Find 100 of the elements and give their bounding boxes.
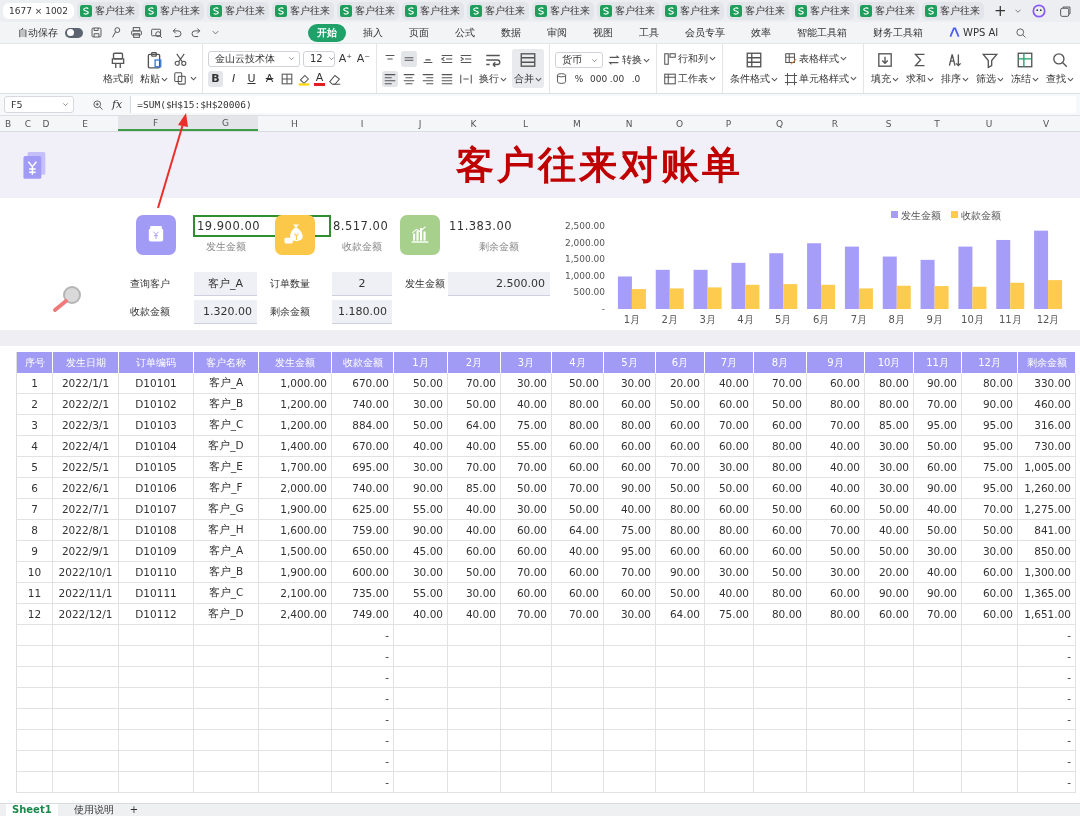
sheet-tab[interactable]: Sheet1 [6,804,58,816]
query-value[interactable]: 2 [332,272,392,296]
cell-style-button[interactable]: 单元格样式 [783,70,858,87]
document-tab[interactable]: 客户往来 [467,2,530,20]
borders-icon[interactable] [280,71,294,86]
strike-button[interactable]: A [262,70,277,87]
shrink-font-button[interactable]: A⁻ [356,50,371,67]
menu-tab[interactable]: 财务工具箱 [864,23,932,42]
column-header[interactable]: K [447,116,500,131]
menu-tab[interactable]: 会员专享 [676,23,734,42]
undo-icon[interactable] [170,26,183,39]
add-sheet-button[interactable]: + [129,804,138,816]
name-box[interactable]: F5 [4,96,74,113]
kpi-value[interactable]: 8.517.00 [331,215,393,237]
conditional-format-button[interactable]: 条件格式 [728,49,780,88]
rows-columns-button[interactable]: 行和列 [662,50,717,67]
column-header[interactable]: U [961,116,1017,131]
document-tab[interactable]: 客户往来 [142,2,205,20]
menu-tab[interactable]: 公式 [446,23,484,42]
column-header[interactable]: N [603,116,655,131]
pin-icon[interactable] [110,26,123,39]
menu-tab[interactable]: 工具 [630,23,668,42]
document-tab[interactable]: 客户往来 [662,2,725,20]
freeze-button[interactable]: 冻结 [1009,49,1041,88]
number-format-button[interactable]: % [571,73,587,84]
restore-window-icon[interactable] [1059,4,1072,18]
column-header[interactable]: I [331,116,393,131]
document-tab[interactable]: 客户往来 [77,2,140,20]
print-preview-icon[interactable] [150,26,163,39]
number-format-button[interactable]: .00 [609,73,625,84]
formula-field[interactable]: =SUM($H$15:$H$20006) [130,96,1076,113]
number-format-button[interactable]: .0 [628,73,644,84]
worksheet-button[interactable]: 工作表 [662,70,717,87]
filter-button[interactable]: 筛选 [974,49,1006,88]
query-value[interactable]: 2.500.00 [448,272,550,296]
font-color-button[interactable]: A [314,71,325,86]
kpi-value[interactable]: 11.383.00 [447,215,551,237]
column-header[interactable]: G [193,116,258,131]
column-header[interactable]: P [704,116,753,131]
column-header[interactable]: E [52,116,118,131]
document-tab[interactable]: 客户往来 [272,2,335,20]
font-family-select[interactable]: 金山云技术体 [208,50,300,67]
zoom-icon[interactable] [92,98,104,111]
scissors-icon[interactable] [173,52,188,67]
fill-button[interactable]: 填充 [869,49,901,88]
grow-font-button[interactable]: A⁺ [338,50,353,67]
database-icon[interactable] [555,72,568,85]
convert-button[interactable]: 转换 [606,52,651,68]
column-header[interactable]: Q [753,116,806,131]
printer-icon[interactable] [130,26,143,39]
column-header[interactable]: F [118,116,193,131]
menu-tab[interactable]: 数据 [492,23,530,42]
document-tab[interactable]: 客户往来 [597,2,660,20]
query-value[interactable]: 1.320.00 [194,300,257,324]
column-header[interactable]: O [655,116,704,131]
column-header[interactable]: B [0,116,16,131]
autosave-toggle[interactable] [65,27,83,38]
document-tab[interactable]: 客户往来 [402,2,465,20]
font-size-select[interactable]: 12 [303,50,335,67]
column-header[interactable]: M [551,116,603,131]
column-header[interactable]: R [806,116,864,131]
number-format-select[interactable]: 货币 [555,52,603,68]
menu-tab[interactable]: 插入 [354,23,392,42]
find-button[interactable]: 查找 [1044,49,1076,88]
format-painter-button[interactable]: 格式刷 [101,49,135,88]
bold-button[interactable]: B [208,70,223,87]
redo-icon[interactable] [190,26,203,39]
paste-button[interactable]: 粘贴 [138,49,170,88]
menu-tab[interactable]: WPS AI [940,25,1008,40]
align-justify-icon[interactable] [440,71,454,86]
document-tab[interactable]: 客户往来 [727,2,790,20]
column-header[interactable]: V [1017,116,1075,131]
document-tab[interactable]: 客户往来 [922,2,985,20]
align-center-icon[interactable] [402,71,416,86]
underline-button[interactable]: U [244,70,259,87]
query-value[interactable]: 1.180.00 [332,300,392,324]
menu-tab[interactable]: 视图 [584,23,622,42]
copy-icon[interactable] [173,71,187,85]
align-left-icon[interactable] [383,71,397,86]
table-style-button[interactable]: 表格样式 [783,50,858,67]
wrap-text-button[interactable]: 换行 [477,49,509,88]
document-tab[interactable]: 客户往来 [207,2,270,20]
search-icon[interactable] [1015,26,1028,39]
align-right-icon[interactable] [421,71,435,86]
document-tab[interactable]: 客户往来 [532,2,595,20]
function-label[interactable]: fx [112,98,123,111]
column-header[interactable]: T [913,116,961,131]
column-header[interactable]: D [40,116,52,131]
column-header[interactable]: L [500,116,551,131]
sheet-tab[interactable]: 使用说明 [67,804,120,816]
save-icon[interactable] [90,26,103,39]
document-tab[interactable]: 客户往来 [857,2,920,20]
merge-button[interactable]: 合并 [512,49,544,88]
document-tab[interactable]: 客户往来 [337,2,400,20]
column-header[interactable]: S [864,116,913,131]
column-header[interactable]: H [258,116,331,131]
menu-tab[interactable]: 页面 [400,23,438,42]
document-tab[interactable]: 客户往来 [792,2,855,20]
menu-tab[interactable]: 审阅 [538,23,576,42]
menu-tab[interactable]: 智能工具箱 [788,23,856,42]
